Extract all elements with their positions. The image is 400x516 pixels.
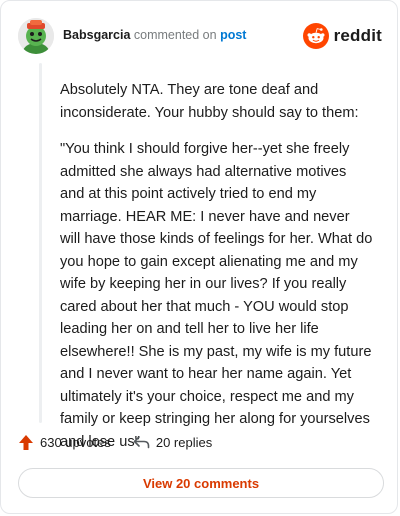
reddit-alien-icon	[302, 23, 329, 49]
avatar-icon	[18, 18, 54, 54]
comment-meta: Babsgarcia commented on post	[63, 28, 246, 42]
reddit-wordmark: reddit	[333, 26, 382, 45]
reddit-logo[interactable]: reddit	[302, 18, 382, 54]
comment-header: Babsgarcia commented on post reddit	[18, 18, 382, 54]
comment-paragraph: "You think I should forgive her--yet she…	[60, 141, 373, 450]
upvote-button[interactable]: 630 upvotes	[18, 434, 111, 451]
commented-label: commented on	[133, 28, 217, 42]
post-link[interactable]: post	[220, 28, 246, 42]
user-avatar[interactable]	[18, 18, 54, 54]
reply-count: 20 replies	[155, 434, 213, 450]
comment-actions: 630 upvotes 20 replies	[18, 431, 234, 453]
comment-body: Absolutely NTA. They are tone deaf and i…	[60, 79, 373, 467]
upvote-count: 630 upvotes	[40, 434, 111, 450]
reply-arrow-icon	[133, 436, 150, 449]
reply-button[interactable]: 20 replies	[133, 435, 212, 450]
username-link[interactable]: Babsgarcia	[63, 28, 130, 42]
view-comments-button[interactable]: View 20 comments	[18, 468, 384, 498]
thread-line[interactable]	[39, 63, 42, 423]
upvote-arrow-icon	[19, 434, 33, 450]
comment-paragraph: Absolutely NTA. They are tone deaf and i…	[60, 82, 359, 121]
comment-card: Babsgarcia commented on post reddit Abso…	[0, 0, 398, 514]
